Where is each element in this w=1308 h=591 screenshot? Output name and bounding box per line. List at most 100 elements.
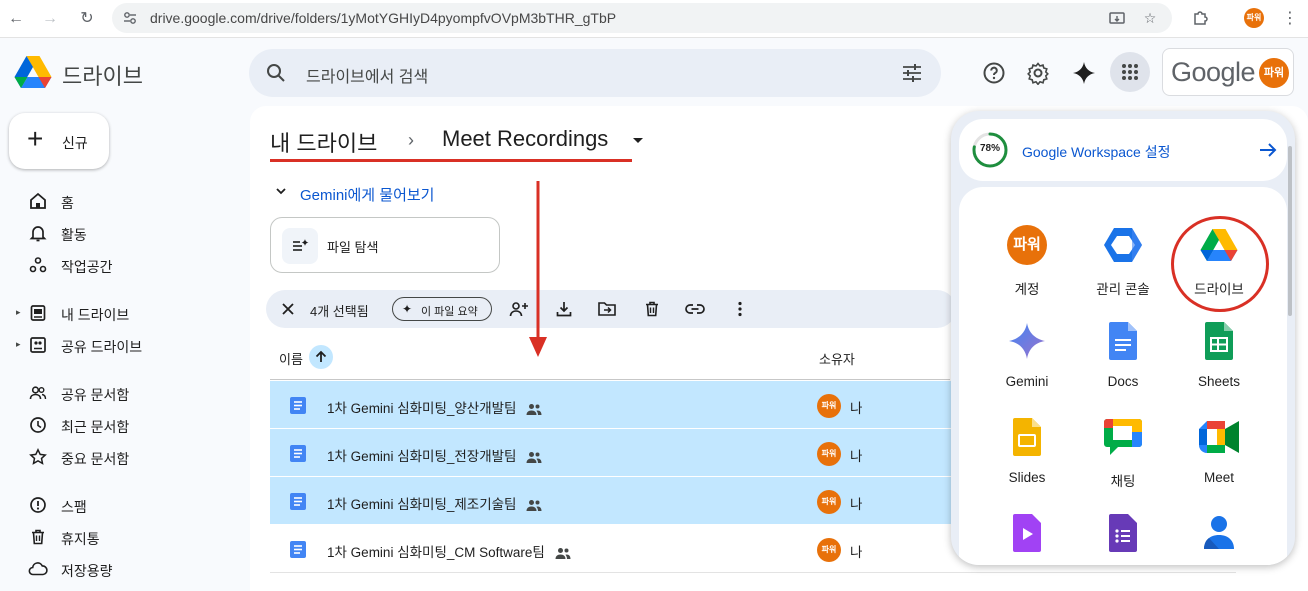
address-bar[interactable]: drive.google.com/drive/folders/1yMotYGHI…	[112, 3, 1172, 33]
new-button-label: 신규	[62, 135, 88, 151]
new-button[interactable]: + 신규	[9, 113, 109, 169]
admin-console-icon	[1103, 225, 1143, 265]
app-tile-forms[interactable]	[1075, 505, 1171, 565]
sidebar-item-trash[interactable]: 휴지통	[0, 523, 240, 551]
sidebar-item-storage[interactable]: 저장용량	[0, 555, 240, 583]
app-tile-chat[interactable]: 채팅	[1075, 409, 1171, 499]
sidebar-item-label: 공유 드라이브	[61, 339, 143, 355]
back-icon[interactable]: ←	[6, 9, 26, 29]
search-input[interactable]: 드라이브에서 검색	[306, 63, 428, 87]
shared-people-icon	[526, 500, 542, 511]
sidebar-item-shared-with-me[interactable]: 공유 문서함	[0, 379, 240, 407]
app-title: 드라이브	[62, 64, 143, 89]
app-tile-sheets[interactable]: Sheets	[1171, 313, 1267, 403]
sidebar-item-activity[interactable]: 활동	[0, 219, 240, 247]
explore-files-label: 파일 탐색	[327, 240, 379, 255]
app-tile-account[interactable]: 파워 계정	[979, 217, 1075, 307]
annotation-underline	[270, 159, 632, 162]
sidebar-item-label: 최근 문서함	[61, 419, 130, 435]
app-tile-gemini[interactable]: Gemini	[979, 313, 1075, 403]
forward-icon[interactable]: →	[40, 9, 60, 29]
owner-name: 나	[850, 401, 863, 416]
my-drive-icon	[28, 303, 48, 323]
app-tile-vids[interactable]	[979, 505, 1075, 565]
site-settings-icon[interactable]	[122, 10, 138, 26]
sidebar-item-starred[interactable]: 중요 문서함	[0, 443, 240, 471]
copy-link-icon[interactable]	[685, 299, 705, 319]
column-owner[interactable]: 소유자	[819, 349, 855, 368]
shared-people-icon	[526, 404, 542, 415]
search-icon[interactable]	[265, 62, 287, 84]
browser-profile-avatar[interactable]: 파워	[1244, 8, 1264, 28]
file-list-header: 이름 소유자	[270, 340, 950, 380]
account-avatar-icon: 파워	[1007, 225, 1047, 265]
download-icon[interactable]	[554, 299, 574, 319]
google-account-button[interactable]: Google 파워	[1162, 48, 1294, 96]
trash-icon	[28, 527, 48, 547]
account-avatar[interactable]: 파워	[1259, 58, 1289, 88]
app-tile-meet[interactable]: Meet	[1171, 409, 1267, 499]
app-tile-docs[interactable]: Docs	[1075, 313, 1171, 403]
clear-selection-icon[interactable]	[278, 299, 298, 319]
search-options-icon[interactable]	[901, 62, 923, 84]
chevron-down-icon	[276, 188, 286, 195]
expand-caret-icon[interactable]: ▸	[16, 307, 21, 318]
help-icon[interactable]	[980, 59, 1008, 87]
expand-caret-icon[interactable]: ▸	[16, 339, 21, 350]
sidebar-item-workspaces[interactable]: 작업공간	[0, 251, 240, 279]
sidebar-item-label: 중요 문서함	[61, 451, 130, 467]
settings-gear-icon[interactable]	[1024, 59, 1052, 87]
sort-arrow-up-icon[interactable]	[309, 345, 333, 369]
share-person-add-icon[interactable]	[509, 299, 529, 319]
google-wordmark: Google	[1171, 57, 1256, 87]
search-bar[interactable]: 드라이브에서 검색	[249, 49, 941, 97]
breadcrumb-my-drive[interactable]: 내 드라이브	[270, 126, 377, 158]
google-apps-button[interactable]	[1110, 52, 1150, 92]
reload-icon[interactable]: ↻	[77, 9, 97, 29]
sparkle-icon: ✦	[402, 302, 413, 316]
workspace-settings-card[interactable]: 78% Google Workspace 설정	[959, 119, 1287, 181]
selection-count: 4개 선택됨	[310, 304, 369, 319]
sidebar-item-label: 공유 문서함	[61, 387, 130, 403]
sidebar-item-my-drive[interactable]: ▸ 내 드라이브	[0, 299, 240, 327]
sidebar-item-home[interactable]: 홈	[0, 187, 240, 215]
contacts-icon	[1199, 513, 1239, 553]
explore-files-card[interactable]: 파일 탐색	[270, 217, 500, 273]
gemini-sparkle-icon[interactable]	[1070, 59, 1098, 87]
app-tile-slides[interactable]: Slides	[979, 409, 1075, 499]
app-label: Sheets	[1197, 374, 1241, 389]
selection-toolbar: 4개 선택됨 ✦ 이 파일 요약	[266, 290, 956, 328]
sidebar-item-recent[interactable]: 최근 문서함	[0, 411, 240, 439]
extensions-icon[interactable]	[1190, 9, 1210, 29]
url-text: drive.google.com/drive/folders/1yMotYGHI…	[150, 10, 617, 26]
bookmark-star-icon[interactable]: ☆	[1141, 10, 1159, 28]
annotation-arrow	[529, 181, 547, 357]
breadcrumb-current-folder[interactable]: Meet Recordings	[442, 126, 608, 152]
owner-avatar: 파워	[817, 394, 841, 418]
drive-logo-icon[interactable]	[14, 55, 52, 89]
file-name: 1차 Gemini 심화미팅_전장개발팀	[327, 449, 517, 464]
move-to-folder-icon[interactable]	[597, 299, 617, 319]
folder-menu-caret-icon[interactable]	[633, 138, 643, 143]
sidebar-item-spam[interactable]: 스팸	[0, 491, 240, 519]
column-name[interactable]: 이름	[279, 349, 303, 368]
gemini-ask-label: Gemini에게 물어보기	[300, 187, 435, 204]
spam-icon	[28, 495, 48, 515]
sidebar-item-label: 저장용량	[61, 563, 113, 579]
owner-avatar: 파워	[817, 442, 841, 466]
arrow-right-icon[interactable]	[1257, 139, 1279, 161]
clock-icon	[28, 415, 48, 435]
install-app-icon[interactable]	[1108, 10, 1126, 28]
browser-menu-icon[interactable]: ⋮	[1282, 8, 1298, 28]
annotation-circle	[1171, 216, 1269, 312]
apps-menu-scrollbar[interactable]	[1288, 146, 1292, 316]
shared-people-icon	[555, 548, 571, 559]
app-tile-contacts[interactable]	[1171, 505, 1267, 565]
more-actions-icon[interactable]	[730, 299, 750, 319]
sidebar-item-label: 스팸	[61, 499, 87, 515]
delete-trash-icon[interactable]	[642, 299, 662, 319]
app-tile-admin-console[interactable]: 관리 콘솔	[1075, 217, 1171, 307]
summarize-files-button[interactable]: ✦ 이 파일 요약	[392, 297, 492, 321]
cloud-icon	[28, 559, 48, 579]
sidebar-item-shared-drives[interactable]: ▸ 공유 드라이브	[0, 331, 240, 359]
